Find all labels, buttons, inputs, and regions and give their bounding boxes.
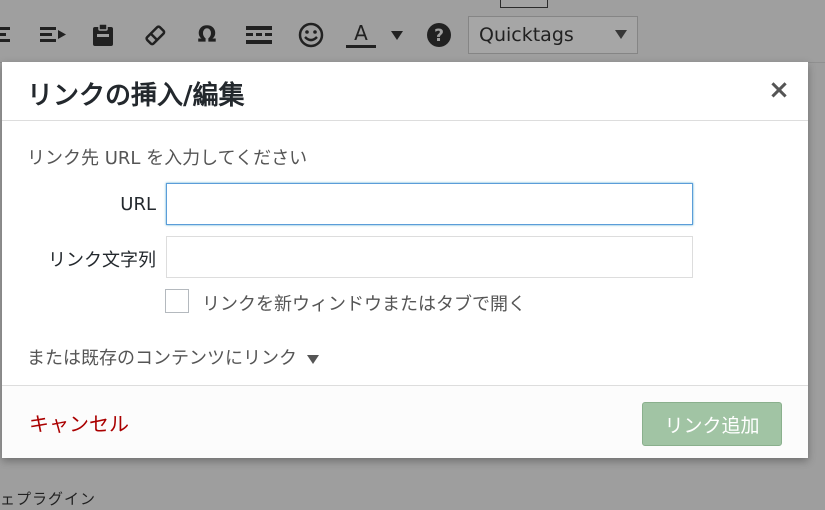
cancel-link[interactable]: キャンセル xyxy=(29,408,129,437)
dialog-title: リンクの挿入/編集 xyxy=(27,81,245,111)
dialog-footer: キャンセル リンク追加 xyxy=(2,385,808,458)
chevron-down-icon xyxy=(307,354,319,364)
dialog-header: リンクの挿入/編集 × xyxy=(2,62,808,121)
link-text-input[interactable] xyxy=(166,236,693,278)
close-button[interactable]: × xyxy=(764,74,794,106)
url-input[interactable] xyxy=(166,183,693,225)
link-dialog: リンクの挿入/編集 × リンク先 URL を入力してください URL リンク文字… xyxy=(2,62,808,458)
new-window-label[interactable]: リンクを新ウィンドウまたはタブで開く xyxy=(202,290,526,316)
close-icon: × xyxy=(768,75,790,105)
existing-content-toggle[interactable]: または既存のコンテンツにリンク xyxy=(27,344,319,370)
url-instruction: リンク先 URL を入力してください xyxy=(27,148,308,169)
url-label: URL xyxy=(120,194,156,215)
new-window-checkbox[interactable] xyxy=(165,289,189,313)
existing-content-label: または既存のコンテンツにリンク xyxy=(27,348,297,369)
link-text-label: リンク文字列 xyxy=(48,250,156,271)
add-link-button[interactable]: リンク追加 xyxy=(642,402,782,446)
